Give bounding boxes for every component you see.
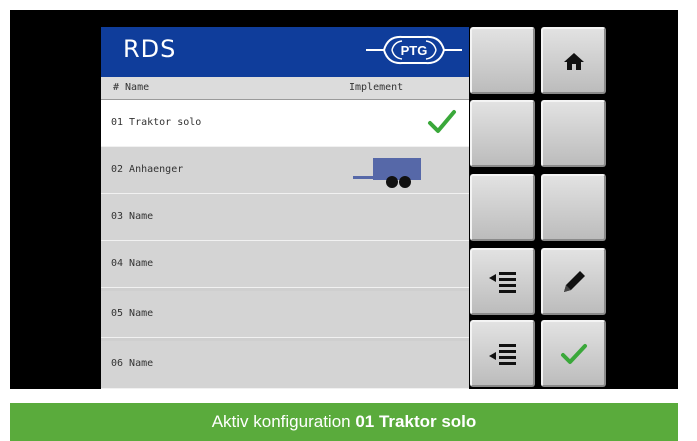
trailer-icon bbox=[353, 158, 421, 188]
insert-row-above-icon bbox=[488, 271, 516, 293]
edit-button[interactable] bbox=[541, 248, 606, 315]
status-prefix: Aktiv konfiguration bbox=[211, 412, 351, 431]
list-item-label: 05 Name bbox=[111, 308, 154, 319]
pencil-icon bbox=[563, 270, 585, 292]
column-header-implement: Implement bbox=[349, 82, 404, 93]
app-header: RDS PTG bbox=[101, 27, 469, 77]
list-item[interactable]: 03 Name bbox=[101, 194, 469, 241]
softkey-empty[interactable] bbox=[470, 174, 535, 241]
list-item-label: 01 Traktor solo bbox=[111, 117, 202, 128]
list-item-label: 06 Name bbox=[111, 358, 154, 369]
list-item-label: 02 Anhaenger bbox=[111, 164, 184, 175]
ptg-logo: PTG bbox=[366, 35, 462, 65]
home-button[interactable] bbox=[541, 27, 606, 94]
list-item-label: 03 Name bbox=[111, 211, 154, 222]
column-headers: # Name Implement bbox=[101, 77, 469, 100]
list-item[interactable]: 01 Traktor solo bbox=[101, 100, 469, 147]
softkey-empty[interactable] bbox=[541, 174, 606, 241]
softkey-empty[interactable] bbox=[470, 27, 535, 94]
app-title: RDS bbox=[123, 35, 177, 63]
softkey-empty[interactable] bbox=[541, 100, 606, 167]
insert-above-button[interactable] bbox=[470, 248, 535, 315]
insert-row-below-icon bbox=[488, 343, 516, 365]
check-icon bbox=[560, 343, 587, 364]
configuration-list-panel: RDS PTG # Name Implement 01 Traktor solo… bbox=[101, 27, 469, 389]
column-header-name: # Name bbox=[113, 82, 150, 93]
insert-below-button[interactable] bbox=[470, 320, 535, 387]
list-item-label: 04 Name bbox=[111, 258, 154, 269]
list-item[interactable]: 04 Name bbox=[101, 241, 469, 288]
home-icon bbox=[563, 52, 584, 70]
softkey-empty[interactable] bbox=[470, 100, 535, 167]
check-icon bbox=[428, 110, 456, 133]
svg-text:PTG: PTG bbox=[401, 43, 428, 58]
list-item[interactable]: 02 Anhaenger bbox=[101, 147, 469, 194]
list-item[interactable]: 05 Name bbox=[101, 291, 469, 338]
status-active-config: 01 Traktor solo bbox=[355, 412, 477, 431]
active-configuration-status: Aktiv konfiguration 01 Traktor solo bbox=[10, 403, 678, 441]
list-item[interactable]: 06 Name bbox=[101, 341, 469, 389]
confirm-button[interactable] bbox=[541, 320, 606, 387]
